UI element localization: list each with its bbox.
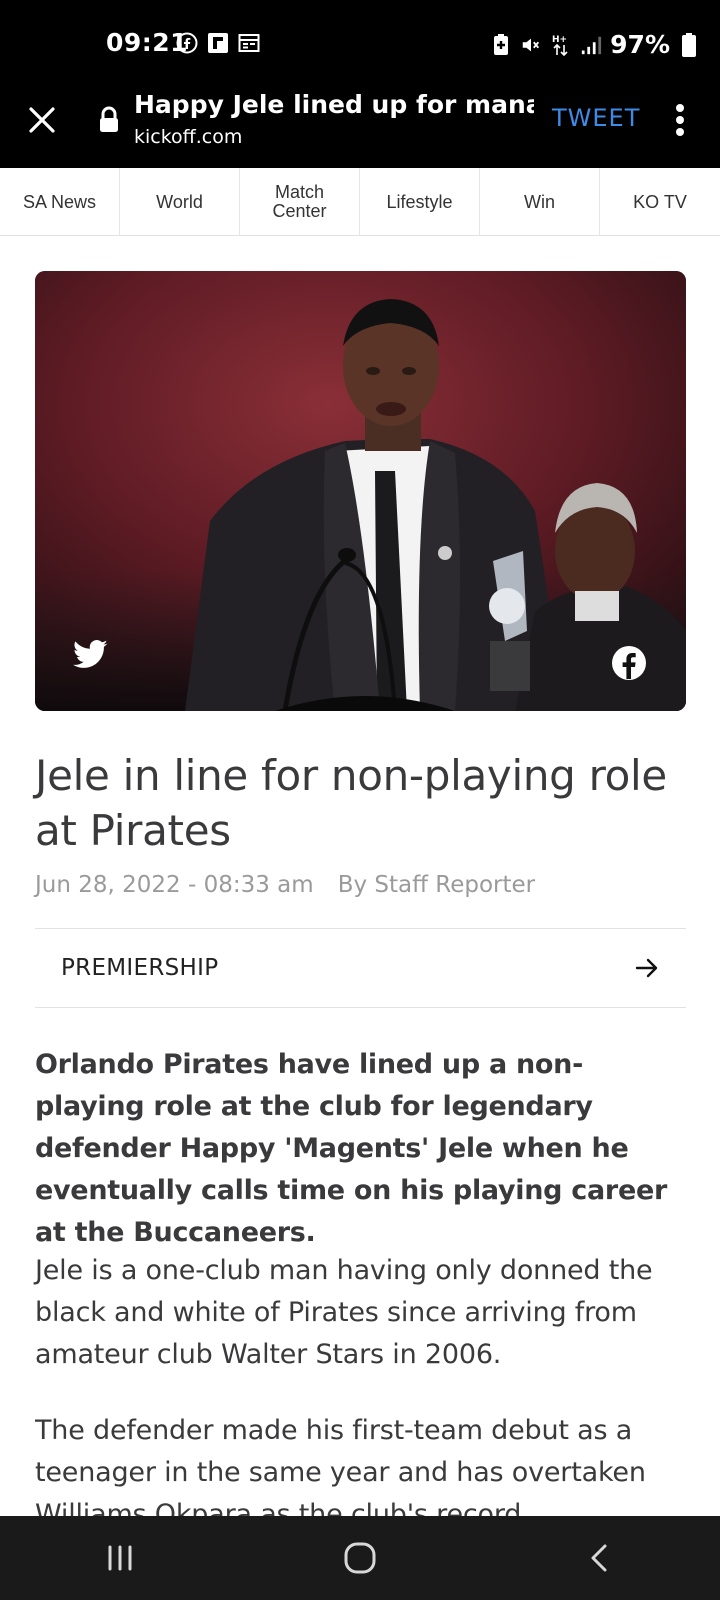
- facebook-icon: [176, 32, 198, 54]
- signal-icon: [580, 34, 602, 56]
- flipboard-icon: [207, 32, 229, 54]
- share-twitter-button[interactable]: [73, 639, 109, 671]
- back-icon: [591, 1544, 607, 1572]
- more-options-button[interactable]: [666, 98, 694, 142]
- nav-item-lifestyle[interactable]: Lifestyle: [360, 168, 480, 236]
- status-bar: 09:21 H+ 97%: [0, 0, 720, 84]
- recent-apps-button[interactable]: [90, 1528, 150, 1588]
- home-button[interactable]: [330, 1528, 390, 1588]
- article-headline: Jele in line for non-playing role at Pir…: [35, 751, 667, 855]
- system-nav-bar: [0, 1516, 720, 1600]
- category-nav: SA News World Match Center Lifestyle Win…: [0, 168, 720, 236]
- nav-item-world[interactable]: World: [120, 168, 240, 236]
- close-button[interactable]: [22, 100, 62, 140]
- more-dot-icon: [676, 104, 684, 112]
- section-link[interactable]: PREMIERSHIP: [35, 928, 686, 1008]
- battery-percent: 97%: [610, 30, 670, 59]
- hero-photo: [35, 271, 686, 711]
- nav-item-match-center[interactable]: Match Center: [240, 168, 360, 236]
- facebook-icon: [612, 646, 646, 680]
- close-icon: [29, 107, 55, 133]
- article-date: Jun 28, 2022 - 08:33 am: [35, 872, 314, 898]
- more-dot-icon: [676, 116, 684, 124]
- tweet-button[interactable]: TWEET: [552, 104, 640, 132]
- battery-icon: [678, 32, 700, 57]
- nav-item-sa-news[interactable]: SA News: [0, 168, 120, 236]
- nav-item-win[interactable]: Win: [480, 168, 600, 236]
- article-meta: Jun 28, 2022 - 08:33 am By Staff Reporter: [35, 872, 535, 898]
- mute-icon: [520, 34, 542, 56]
- battery-saver-icon: [490, 33, 512, 56]
- twitter-icon: [73, 640, 108, 668]
- calendar-icon: [238, 32, 260, 54]
- share-facebook-button[interactable]: [611, 645, 647, 681]
- data-arrows-icon: H+: [550, 34, 572, 56]
- article-paragraph: The defender made his first-team debut a…: [35, 1415, 646, 1516]
- lock-icon: [97, 106, 121, 134]
- page-title[interactable]: Happy Jele lined up for manag...: [134, 90, 534, 119]
- section-label: PREMIERSHIP: [61, 955, 219, 981]
- back-button[interactable]: [570, 1528, 630, 1588]
- article-lead: Orlando Pirates have lined up a non-play…: [35, 1049, 667, 1248]
- svg-text:H+: H+: [552, 35, 567, 45]
- recent-apps-icon: [108, 1545, 132, 1571]
- nav-item-ko-tv[interactable]: KO TV: [600, 168, 720, 236]
- arrow-right-icon: [635, 958, 658, 978]
- more-dot-icon: [676, 128, 684, 136]
- home-icon: [344, 1542, 376, 1574]
- article-paragraph: Jele is a one-club man having only donne…: [35, 1255, 653, 1370]
- article-author[interactable]: By Staff Reporter: [338, 872, 535, 898]
- browser-toolbar: Happy Jele lined up for manag... kickoff…: [0, 84, 720, 168]
- page-domain[interactable]: kickoff.com: [134, 126, 242, 148]
- article-hero-image: [35, 271, 686, 711]
